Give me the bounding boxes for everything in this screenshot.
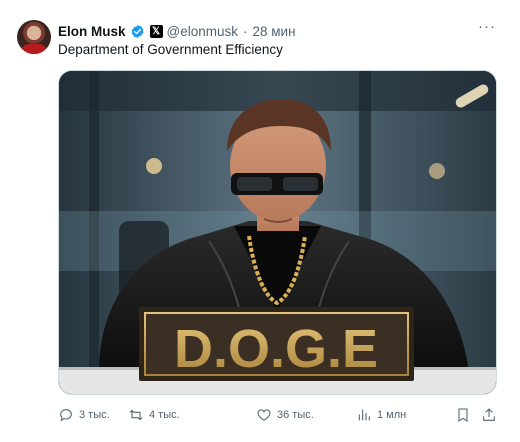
bookmark-button[interactable]	[455, 404, 471, 426]
separator: ·	[243, 23, 248, 39]
timestamp[interactable]: 28 мин	[253, 24, 296, 39]
bookmark-icon	[458, 408, 468, 422]
repost-button[interactable]: 4 тыс.	[128, 404, 180, 426]
like-button[interactable]: 36 тыс.	[256, 404, 314, 426]
action-bar: 3 тыс. 4 тыс. 36 тыс. 1 млн	[58, 404, 499, 426]
share-icon	[483, 408, 495, 421]
image-illustration: D.O.G.E	[59, 71, 496, 394]
views-chart-icon	[358, 409, 370, 421]
author-handle[interactable]: @elonmusk	[167, 24, 238, 39]
tweet-header: Elon Musk 𝕏 @elonmusk · 28 мин	[58, 22, 296, 40]
share-button[interactable]	[481, 404, 497, 426]
sign-text: D.O.G.E	[174, 319, 378, 379]
heart-icon	[257, 409, 271, 421]
repost-count: 4 тыс.	[149, 409, 180, 421]
tweet-image[interactable]: D.O.G.E	[58, 70, 497, 395]
x-logo-icon: 𝕏	[149, 24, 163, 38]
avatar[interactable]	[17, 20, 51, 54]
reply-button[interactable]: 3 тыс.	[58, 404, 110, 426]
like-count: 36 тыс.	[277, 409, 314, 421]
reply-count: 3 тыс.	[79, 409, 110, 421]
more-options-button[interactable]: ···	[478, 19, 496, 34]
reply-icon	[60, 409, 72, 422]
views-button[interactable]: 1 млн	[356, 404, 406, 426]
author-name[interactable]: Elon Musk	[58, 24, 126, 39]
repost-icon	[129, 409, 143, 421]
verified-badge-icon	[131, 24, 144, 38]
views-count: 1 млн	[377, 409, 407, 421]
tweet-text: Department of Government Efficiency	[58, 42, 283, 57]
